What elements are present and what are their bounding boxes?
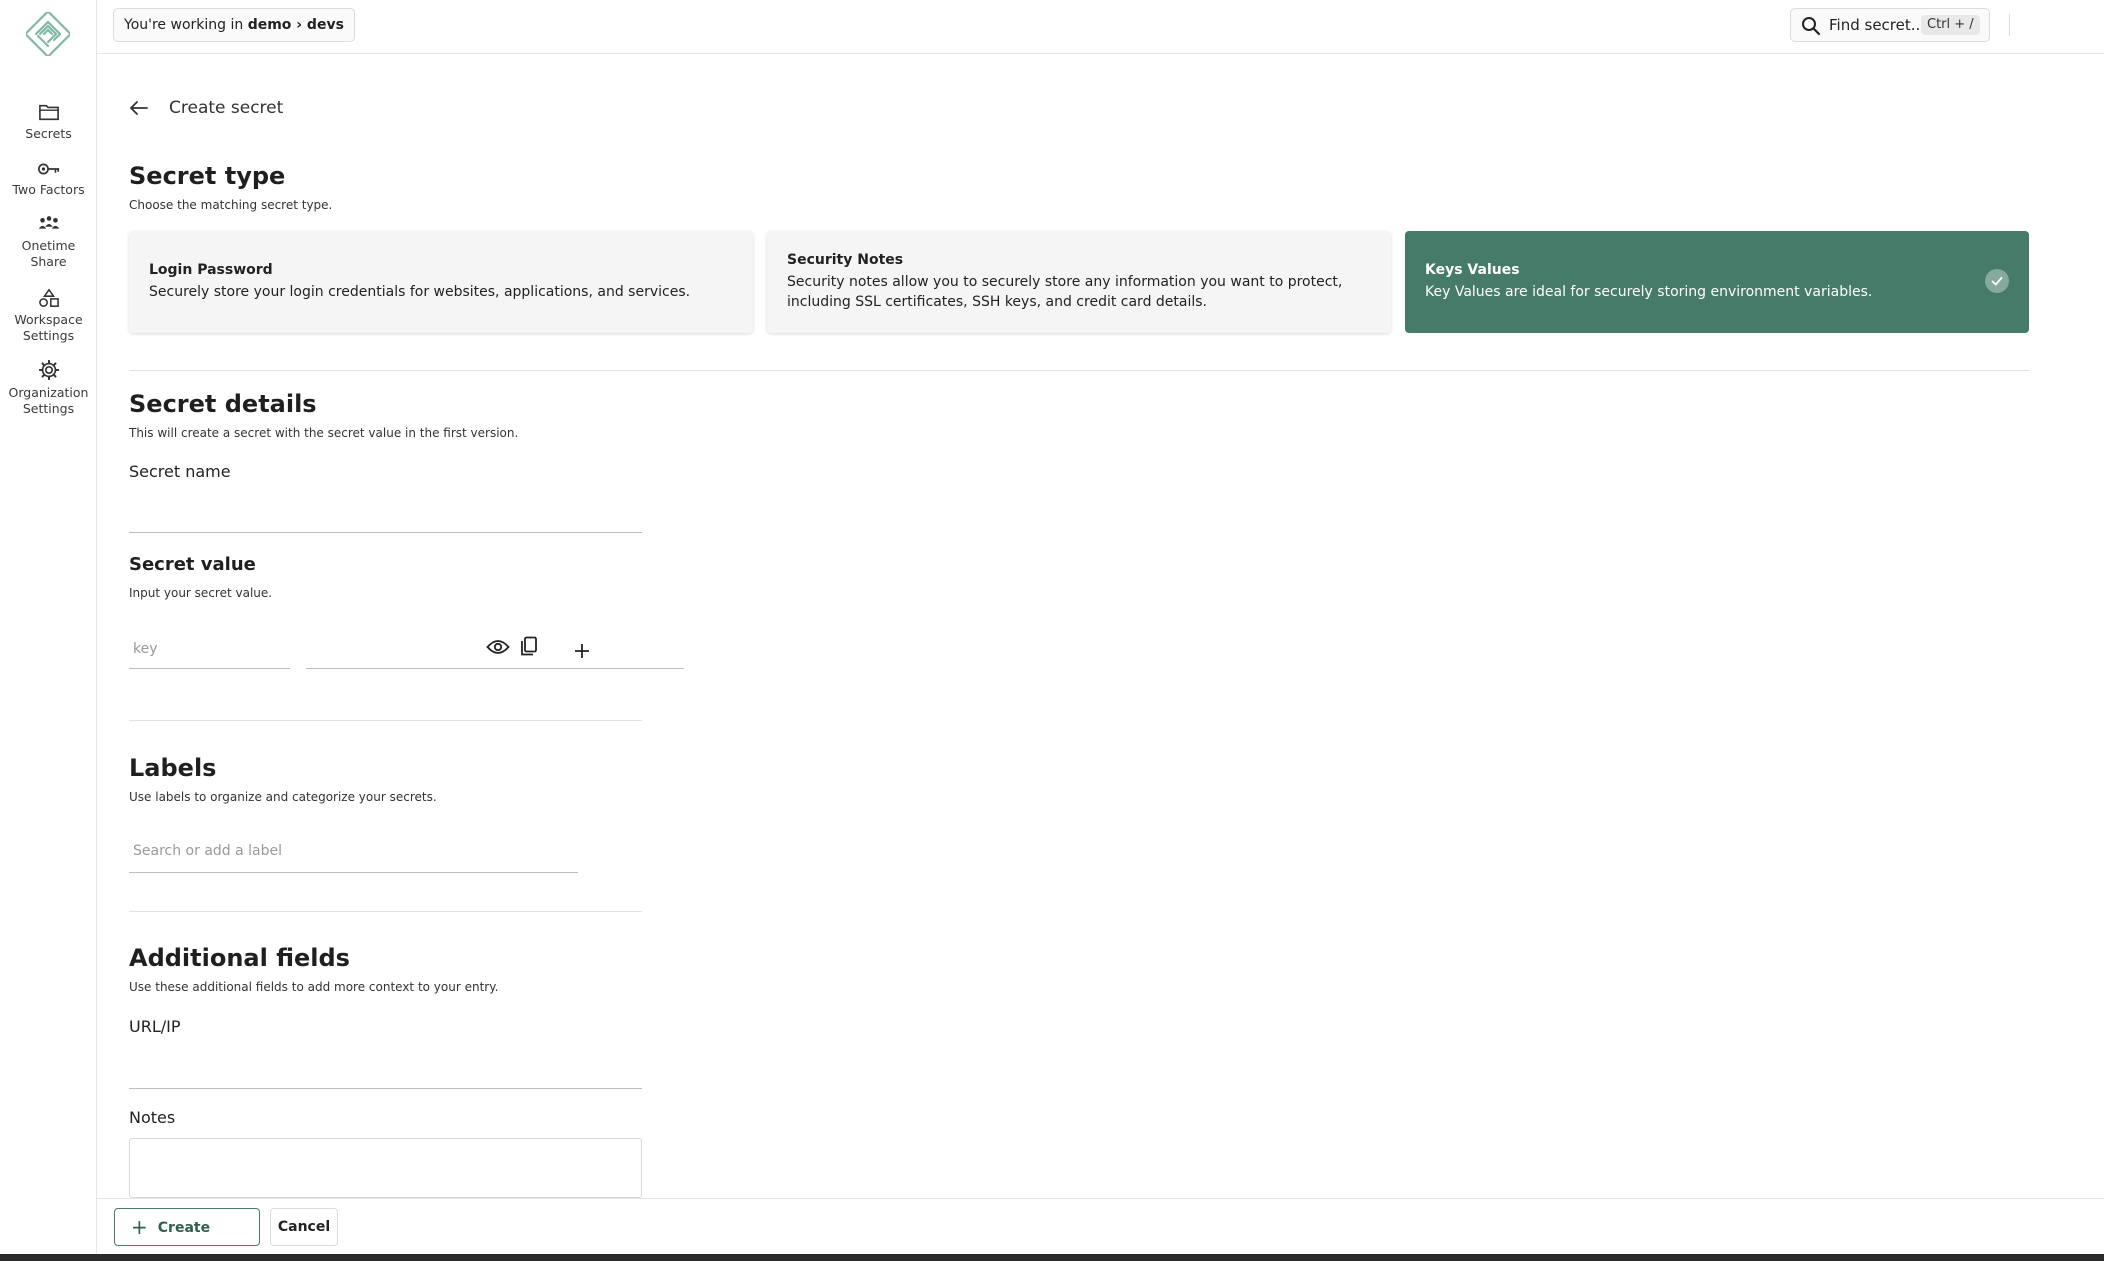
- people-icon: [38, 216, 59, 229]
- key-icon: [37, 163, 59, 175]
- cancel-button[interactable]: Cancel: [270, 1208, 338, 1246]
- folder-icon: [38, 104, 59, 121]
- secret-value-underline: [306, 668, 684, 669]
- option-title: Security Notes: [787, 252, 904, 268]
- secret-type-security-notes[interactable]: Security Notes Security notes allow you …: [767, 231, 1391, 333]
- secret-name-label: Secret name: [129, 462, 231, 481]
- secret-key-input[interactable]: [133, 638, 283, 660]
- sidebar-item-label: Two Factors: [12, 182, 85, 197]
- sidebar-item-label: Organization Settings: [8, 385, 89, 416]
- secret-value-description: Input your secret value.: [129, 586, 273, 600]
- labels-section: Labels Use labels to organize and catego…: [129, 754, 437, 804]
- plus-icon: +: [131, 1215, 148, 1239]
- secret-value-input[interactable]: [307, 638, 437, 660]
- label-search-input[interactable]: [133, 840, 573, 862]
- section-divider: [129, 720, 642, 721]
- sidebar-item-secrets[interactable]: Secrets: [0, 102, 97, 142]
- workspace-path: demo › devs: [247, 17, 344, 33]
- option-title: Keys Values: [1425, 262, 1520, 278]
- secret-details-section: Secret details This will create a secret…: [129, 390, 518, 440]
- app-logo[interactable]: [26, 12, 70, 56]
- option-description: Key Values are ideal for securely storin…: [1425, 284, 1873, 300]
- search-placeholder: Find secret...: [1829, 16, 1926, 34]
- screen-bottom-edge: [0, 1254, 2104, 1261]
- gear-icon: [38, 359, 59, 381]
- secret-type-section: Secret type Choose the matching secret t…: [129, 162, 332, 212]
- option-description: Securely store your login credentials fo…: [149, 284, 691, 300]
- section-heading: Secret details: [129, 390, 317, 418]
- option-description: Security notes allow you to securely sto…: [787, 274, 1343, 310]
- sidebar-item-two-factors[interactable]: Two Factors: [0, 160, 97, 198]
- label-search-underline: [129, 872, 578, 873]
- option-title: Login Password: [149, 262, 273, 278]
- section-description: This will create a secret with the secre…: [129, 426, 519, 440]
- section-heading: Labels: [129, 754, 217, 782]
- back-arrow-icon[interactable]: [129, 100, 149, 116]
- sidebar-item-label: Onetime Share: [21, 238, 76, 269]
- sidebar-item-label: Secrets: [25, 126, 72, 141]
- notes-label: Notes: [129, 1108, 176, 1127]
- create-secret-button[interactable]: +Create secret: [114, 1208, 260, 1261]
- secret-name-underline: [129, 532, 642, 533]
- add-pair-plus-icon[interactable]: [574, 643, 590, 659]
- secret-value-heading: Secret value: [129, 554, 256, 575]
- url-ip-label: URL/IP: [129, 1017, 181, 1036]
- secret-name-input[interactable]: [129, 494, 641, 520]
- section-heading: Secret type: [129, 162, 286, 190]
- sidebar-item-label: Workspace Settings: [14, 312, 83, 343]
- secret-type-login-password[interactable]: Login Password Securely store your login…: [129, 231, 753, 333]
- shapes-icon: [38, 288, 59, 307]
- top-bar: You're working in demo › devs Find secre…: [97, 0, 2104, 54]
- workspace-selector[interactable]: You're working in demo › devs: [113, 8, 355, 42]
- sidebar-item-workspace-settings[interactable]: Workspace Settings: [0, 288, 97, 344]
- sidebar-item-onetime-share[interactable]: Onetime Share: [0, 214, 97, 270]
- page-title: Create secret: [169, 98, 284, 118]
- sidebar: Secrets Two Factors Onetime Share Workspa…: [0, 0, 97, 1254]
- search-shortcut-badge: Ctrl + /: [1921, 15, 1980, 35]
- search-icon: [1802, 17, 1821, 36]
- section-divider: [129, 370, 2029, 371]
- action-bar: +Create secret Cancel: [97, 1198, 2104, 1261]
- page-header: Create secret: [129, 98, 283, 118]
- additional-fields-section: Additional fields Use these additional f…: [129, 944, 498, 994]
- section-description: Use these additional fields to add more …: [129, 980, 499, 994]
- url-ip-underline: [129, 1088, 642, 1089]
- selected-check-icon: [1985, 269, 2009, 293]
- secret-key-underline: [129, 668, 290, 669]
- notes-textarea[interactable]: [129, 1138, 642, 1198]
- topbar-divider: [2009, 14, 2010, 36]
- section-description: Use labels to organize and categorize yo…: [129, 790, 437, 804]
- sidebar-item-organization-settings[interactable]: Organization Settings: [0, 359, 97, 417]
- section-description: Choose the matching secret type.: [129, 198, 333, 212]
- url-ip-input[interactable]: [129, 1052, 641, 1078]
- eye-icon[interactable]: [486, 639, 510, 655]
- workspace-prefix: You're working in: [124, 17, 244, 33]
- section-divider: [129, 911, 642, 912]
- secret-type-keys-values[interactable]: Keys Values Key Values are ideal for sec…: [1405, 231, 2029, 333]
- section-heading: Additional fields: [129, 944, 350, 972]
- copy-icon[interactable]: [520, 636, 538, 657]
- find-secret-search[interactable]: Find secret... Ctrl + /: [1790, 8, 1990, 42]
- secret-type-options: Login Password Securely store your login…: [129, 231, 2029, 333]
